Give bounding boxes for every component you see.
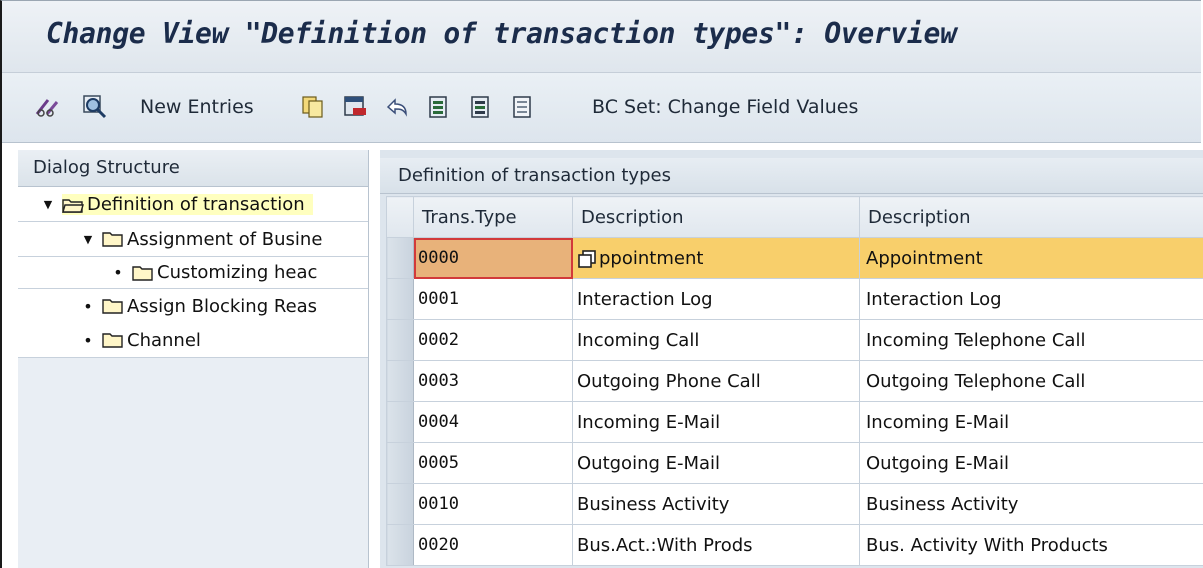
- folder-icon: [102, 232, 123, 247]
- deselect-all-button[interactable]: [510, 90, 536, 124]
- pencil-glasses-icon: [35, 99, 59, 117]
- column-header-trans-type[interactable]: Trans.Type: [413, 196, 573, 238]
- description-cell[interactable]: Outgoing E-Mail: [572, 442, 860, 484]
- row-selector[interactable]: [386, 483, 414, 525]
- select-block-button[interactable]: [468, 90, 494, 124]
- folder-icon: [102, 333, 123, 348]
- open-folder-icon: [62, 198, 84, 213]
- magnifier-icon: [83, 95, 107, 119]
- description-cell[interactable]: Bus.Act.:With Prods: [572, 524, 860, 566]
- row-selector[interactable]: [386, 360, 414, 402]
- trans-type-cell[interactable]: 0003: [413, 360, 573, 402]
- tree-node-assign-blocking-reason[interactable]: • Assign Blocking Reas: [18, 289, 368, 323]
- expanded-triangle-icon[interactable]: ▼: [40, 198, 56, 211]
- select-all-rows-cell[interactable]: [386, 196, 414, 238]
- trans-type-cell[interactable]: 0000: [413, 237, 573, 279]
- tree-node-label: Customizing heac: [157, 262, 318, 283]
- bc-set-label: BC Set: Change Field Values: [592, 96, 859, 118]
- tree-node-label: Assignment of Busine: [127, 228, 323, 250]
- description-2-cell[interactable]: Outgoing E-Mail: [859, 442, 1203, 484]
- row-selector[interactable]: [386, 401, 414, 443]
- table-panel: Definition of transaction types Trans.Ty…: [380, 150, 1203, 568]
- title-bar: Change View "Definition of transaction t…: [2, 1, 1201, 73]
- row-selector[interactable]: [386, 278, 414, 320]
- expanded-triangle-icon[interactable]: ▼: [80, 233, 96, 246]
- bullet-icon: •: [83, 296, 93, 316]
- new-entries-label: New Entries: [140, 96, 254, 118]
- row-selector[interactable]: [386, 442, 414, 484]
- trans-type-cell[interactable]: 0020: [413, 524, 573, 566]
- bullet-icon: •: [83, 330, 93, 350]
- tree-node-channel[interactable]: • Channel: [18, 323, 368, 358]
- select-block-icon: [471, 96, 489, 118]
- description-cell[interactable]: ppointment: [572, 237, 860, 279]
- description-2-cell[interactable]: Outgoing Telephone Call: [859, 360, 1203, 402]
- table-row[interactable]: 0010 Business Activity Business Activity: [386, 483, 1203, 525]
- delete-button[interactable]: [342, 90, 368, 124]
- description-value: ppointment: [599, 247, 704, 269]
- description-2-cell[interactable]: Business Activity: [859, 483, 1203, 525]
- description-2-cell[interactable]: Interaction Log: [859, 278, 1203, 320]
- deselect-all-icon: [513, 96, 531, 118]
- dialog-structure-header: Dialog Structure: [18, 150, 368, 187]
- tree-node-definition-of-transaction[interactable]: ▼ Definition of transaction: [18, 187, 368, 222]
- folder-icon: [102, 299, 123, 314]
- description-cell[interactable]: Incoming E-Mail: [572, 401, 860, 443]
- description-cell[interactable]: Outgoing Phone Call: [572, 360, 860, 402]
- description-2-cell[interactable]: Incoming Telephone Call: [859, 319, 1203, 361]
- trans-type-cell[interactable]: 0004: [413, 401, 573, 443]
- trans-type-value: 0000: [418, 248, 459, 268]
- application-toolbar: New Entries BC Set: Change Field Values: [2, 73, 1201, 143]
- description-2-cell[interactable]: Bus. Activity With Products: [859, 524, 1203, 566]
- tree-node-customizing-header[interactable]: • Customizing heac: [18, 257, 368, 289]
- transaction-types-table: Trans.Type Description Description 0000 …: [386, 196, 1203, 566]
- tree-node-label: Definition of transaction: [87, 193, 305, 215]
- trans-type-cell[interactable]: 0010: [413, 483, 573, 525]
- delete-row-icon: [344, 96, 366, 116]
- table-row[interactable]: 0002 Incoming Call Incoming Telephone Ca…: [386, 319, 1203, 361]
- undo-change-button[interactable]: [384, 90, 410, 124]
- tree-node-label-wrap: Definition of transaction: [62, 193, 313, 215]
- select-all-icon: [429, 96, 447, 118]
- description-cell[interactable]: Interaction Log: [572, 278, 860, 320]
- description-cell[interactable]: Business Activity: [572, 483, 860, 525]
- dialog-structure-tree: ▼ Definition of transaction ▼ Assignment…: [18, 187, 368, 358]
- page-title: Change View "Definition of transaction t…: [46, 17, 957, 50]
- table-row[interactable]: 0001 Interaction Log Interaction Log: [386, 278, 1203, 320]
- find-button[interactable]: [82, 90, 108, 124]
- undo-icon: [386, 98, 407, 117]
- table-row[interactable]: 0000 ppointment Appointment: [386, 237, 1203, 279]
- trans-type-cell[interactable]: 0002: [413, 319, 573, 361]
- tree-node-assignment-of-business[interactable]: ▼ Assignment of Busine: [18, 222, 368, 257]
- new-entries-button[interactable]: New Entries: [140, 90, 254, 124]
- tree-node-label: Assign Blocking Reas: [127, 295, 318, 317]
- description-2-value: Appointment: [866, 247, 983, 269]
- table-row[interactable]: 0003 Outgoing Phone Call Outgoing Teleph…: [386, 360, 1203, 402]
- bc-set-change-field-values-button[interactable]: BC Set: Change Field Values: [592, 90, 858, 124]
- trans-type-cell[interactable]: 0001: [413, 278, 573, 320]
- tree-node-label: Channel: [127, 329, 201, 351]
- description-cell[interactable]: Incoming Call: [572, 319, 860, 361]
- description-2-cell[interactable]: Incoming E-Mail: [859, 401, 1203, 443]
- row-selector[interactable]: [386, 237, 414, 279]
- column-header-description-2[interactable]: Description: [859, 196, 1203, 238]
- table-row[interactable]: 0005 Outgoing E-Mail Outgoing E-Mail: [386, 442, 1203, 484]
- display-change-button[interactable]: [34, 90, 60, 124]
- table-row[interactable]: 0020 Bus.Act.:With Prods Bus. Activity W…: [386, 524, 1203, 566]
- copy-icon: [302, 96, 323, 118]
- copy-as-button[interactable]: [300, 90, 326, 124]
- copy-value-icon[interactable]: [577, 249, 597, 269]
- description-2-cell[interactable]: Appointment: [859, 237, 1203, 279]
- select-all-button[interactable]: [426, 90, 452, 124]
- column-header-description[interactable]: Description: [572, 196, 860, 238]
- row-selector[interactable]: [386, 319, 414, 361]
- table-header-row: Trans.Type Description Description: [386, 196, 1203, 238]
- dialog-structure-panel: Dialog Structure ▼ Definition of transac…: [18, 150, 369, 568]
- bullet-icon: •: [113, 263, 123, 282]
- folder-icon: [132, 265, 153, 281]
- table-row[interactable]: 0004 Incoming E-Mail Incoming E-Mail: [386, 401, 1203, 443]
- trans-type-cell[interactable]: 0005: [413, 442, 573, 484]
- row-selector[interactable]: [386, 524, 414, 566]
- table-title: Definition of transaction types: [380, 158, 1203, 194]
